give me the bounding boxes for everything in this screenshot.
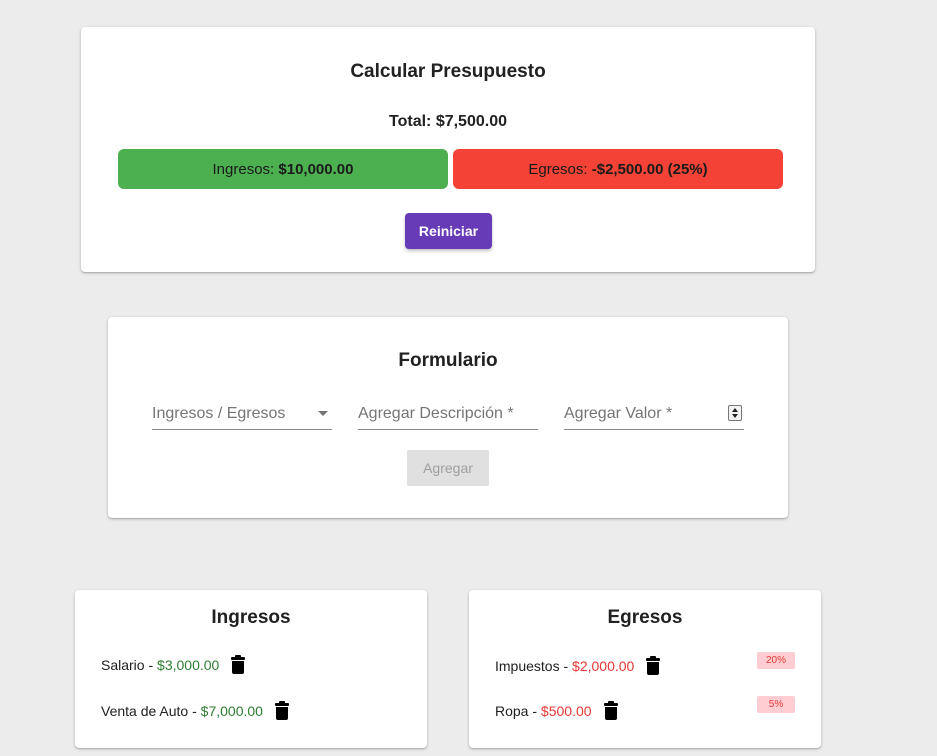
item-name: Salario [101, 657, 145, 673]
type-select-placeholder: Ingresos / Egresos [152, 405, 286, 422]
budget-title: Calcular Presupuesto [350, 61, 546, 82]
stepper-up-icon[interactable] [732, 408, 738, 412]
trash-icon[interactable] [603, 701, 618, 720]
income-list-title: Ingresos [211, 607, 291, 628]
list-item: Salario - $3,000.00 [101, 653, 246, 677]
trash-icon[interactable] [231, 655, 246, 674]
expense-summary: Egresos: -$2,500.00 (25%) [453, 149, 783, 189]
income-summary: Ingresos: $10,000.00 [118, 149, 448, 189]
income-summary-label: Ingresos: [212, 160, 275, 178]
form-card: Formulario Ingresos / Egresos Agregar De… [108, 317, 788, 518]
value-placeholder: Agregar Valor * [564, 405, 673, 422]
trash-icon[interactable] [274, 701, 289, 720]
income-summary-value: $10,000.00 [278, 160, 354, 178]
expense-list-title: Egresos [607, 607, 683, 628]
expense-summary-value: -$2,500.00 (25%) [591, 160, 708, 178]
total-line: Total: $7,500.00 [81, 113, 815, 131]
reset-button[interactable]: Reiniciar [405, 213, 492, 249]
list-item: Venta de Auto - $7,000.00 [101, 699, 289, 723]
trash-icon[interactable] [646, 656, 661, 675]
expense-summary-label: Egresos: [528, 160, 588, 178]
list-item: Ropa - $500.00 [495, 699, 618, 723]
item-amount: $500.00 [540, 703, 592, 719]
description-placeholder: Agregar Descripción * [358, 405, 514, 422]
item-amount: $7,000.00 [200, 703, 263, 719]
stepper-down-icon[interactable] [732, 414, 738, 418]
item-amount: $2,000.00 [572, 658, 635, 674]
number-stepper-icon[interactable] [728, 405, 742, 421]
item-amount: $3,000.00 [157, 657, 220, 673]
list-item: Impuestos - $2,000.00 [495, 654, 661, 678]
budget-card: Calcular Presupuesto Total: $7,500.00 In… [81, 27, 815, 272]
total-label: Total: [389, 113, 432, 130]
add-button[interactable]: Agregar [407, 450, 489, 486]
description-input[interactable]: Agregar Descripción * [358, 403, 538, 430]
income-list-card: Ingresos Salario - $3,000.00 Venta de Au… [75, 590, 427, 748]
percent-badge: 5% [757, 696, 795, 713]
value-input[interactable]: Agregar Valor * [564, 403, 744, 430]
form-title: Formulario [398, 350, 498, 371]
type-select[interactable]: Ingresos / Egresos [152, 403, 332, 430]
chevron-down-icon[interactable] [318, 411, 328, 416]
item-name: Ropa [495, 703, 529, 719]
item-name: Impuestos [495, 658, 560, 674]
expense-list-card: Egresos Impuestos - $2,000.00 20% Ropa -… [469, 590, 821, 748]
item-name: Venta de Auto [101, 703, 189, 719]
total-value: $7,500.00 [435, 113, 507, 130]
percent-badge: 20% [757, 652, 795, 669]
